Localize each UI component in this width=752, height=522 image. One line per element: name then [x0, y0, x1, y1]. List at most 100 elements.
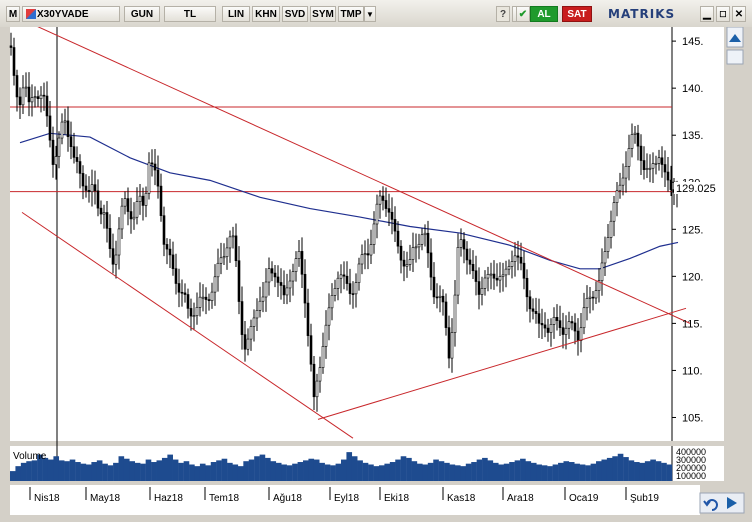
month-label: Haz18	[154, 493, 183, 504]
candle-body	[138, 195, 142, 202]
candle-body	[636, 132, 640, 147]
sell-button[interactable]: SAT	[562, 6, 592, 22]
chart-area[interactable]: 145.140.135.130.125.120.115.110.105. 400…	[0, 27, 752, 522]
candle-body	[534, 311, 538, 314]
ytick-label: 140.	[682, 83, 703, 95]
refresh-icon[interactable]: ?	[496, 6, 510, 22]
volume-bar	[547, 466, 553, 481]
khn-button[interactable]: KHN	[252, 6, 280, 22]
volume-bar	[189, 464, 195, 481]
m-button[interactable]: M	[6, 6, 20, 22]
volume-bar	[482, 457, 488, 481]
volume-bar	[102, 463, 108, 481]
candle-body	[255, 310, 259, 319]
candle-body	[576, 330, 580, 341]
volume-bar	[232, 464, 239, 481]
candle-body	[222, 256, 226, 259]
candle-body	[84, 185, 88, 191]
volume-bar	[655, 461, 662, 481]
candle-body	[18, 96, 22, 106]
candle-body	[663, 164, 667, 173]
volume-bar	[205, 465, 211, 481]
buy-button[interactable]: AL	[530, 6, 558, 22]
volume-bar	[69, 459, 76, 481]
volume-bar	[541, 465, 548, 481]
minimize-icon[interactable]: ▁	[700, 6, 714, 22]
candle-body	[327, 307, 331, 326]
candle-body	[219, 257, 223, 264]
candle-body	[369, 244, 373, 256]
volume-bar	[324, 464, 331, 481]
volume-bar	[650, 459, 656, 481]
candle-body	[243, 334, 247, 350]
sym-button[interactable]: SYM	[310, 6, 336, 22]
month-label: Ağu18	[273, 493, 302, 504]
candle-body	[402, 259, 406, 267]
volume-bar	[286, 465, 293, 481]
candle-body	[417, 243, 421, 248]
volume-bar	[623, 457, 629, 481]
month-label: Eyl18	[334, 493, 359, 504]
candle-body	[120, 205, 124, 230]
side-scroll-track[interactable]	[726, 49, 744, 65]
currency-selector[interactable]: TL	[164, 6, 216, 22]
candle-body	[642, 160, 646, 170]
volume-bar	[498, 464, 504, 481]
ytick-label: 135.	[682, 130, 703, 142]
candle-body	[240, 301, 244, 335]
candle-body	[291, 271, 295, 282]
candle-body	[477, 281, 481, 295]
svd-button[interactable]: SVD	[282, 6, 308, 22]
volume-bar	[661, 462, 667, 481]
candle-body	[144, 192, 148, 206]
volume-bar	[406, 457, 412, 481]
symbol-selector[interactable]: X30YVADE	[22, 6, 120, 22]
candle-body	[621, 177, 625, 186]
tmp-button[interactable]: TMP	[338, 6, 364, 22]
candle-body	[198, 296, 202, 308]
candle-body	[516, 255, 520, 258]
candle-body	[324, 324, 328, 347]
candle-body	[648, 167, 652, 170]
volume-label: Volume	[13, 451, 47, 462]
candle-body	[270, 268, 274, 274]
volume-bar	[579, 464, 586, 481]
candle-body	[594, 290, 598, 299]
candle-body	[438, 295, 442, 298]
candle-body	[132, 216, 136, 220]
volume-bar	[487, 460, 494, 481]
candle-body	[501, 274, 505, 277]
candle-body	[285, 287, 289, 296]
close-icon[interactable]: ✕	[732, 6, 746, 22]
candle-body	[471, 264, 475, 272]
volume-bar	[520, 458, 526, 481]
candle-body	[564, 327, 568, 335]
candle-body	[96, 190, 100, 209]
candle-body	[336, 277, 340, 289]
candle-body	[342, 274, 346, 277]
volume-bar	[422, 464, 429, 481]
candle-body	[306, 302, 310, 336]
candle-body	[321, 346, 325, 368]
volume-tick-label: 100000	[676, 471, 706, 481]
candle-body	[108, 228, 112, 249]
price-chart[interactable]: 145.140.135.130.125.120.115.110.105. 400…	[0, 27, 752, 522]
candle-body	[228, 236, 232, 249]
dropdown-arrow-icon[interactable]: ▼	[364, 6, 376, 22]
candle-body	[522, 262, 526, 279]
volume-bar	[216, 460, 222, 481]
check-icon[interactable]: ✔	[516, 6, 530, 22]
candle-body	[570, 321, 574, 324]
volume-bar	[509, 462, 515, 481]
candle-body	[9, 45, 13, 48]
candle-body	[87, 190, 91, 192]
volume-bar	[292, 463, 298, 481]
maximize-icon[interactable]: ☐	[716, 6, 730, 22]
volume-bar	[346, 452, 353, 481]
candle-body	[354, 282, 358, 295]
lin-button[interactable]: LIN	[222, 6, 250, 22]
candle-body	[531, 308, 535, 312]
volume-bar	[590, 463, 597, 481]
period-selector[interactable]: GUN	[124, 6, 160, 22]
volume-bar	[639, 462, 646, 481]
